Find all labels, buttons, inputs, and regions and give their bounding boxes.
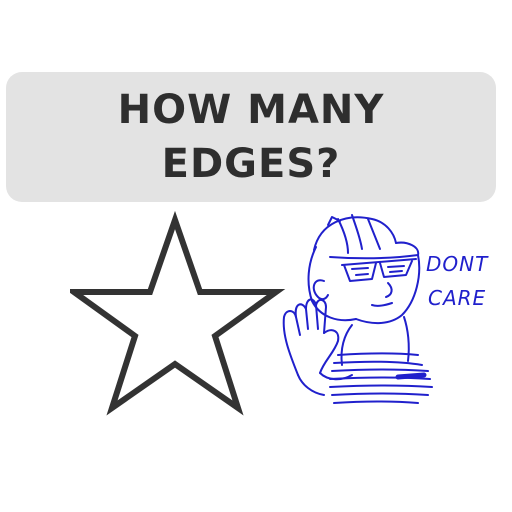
question-text: HOW MANY EDGES? — [117, 87, 385, 187]
doodle-caption-line2: CARE — [428, 286, 486, 310]
question-banner: HOW MANY EDGES? — [6, 72, 496, 202]
doodle-caption-line1: DONT — [426, 252, 489, 276]
star-outline-icon — [70, 210, 286, 416]
star-outline-shape — [70, 210, 286, 416]
guy-in-cap-sunglasses-stop-hand-icon: DONT CARE — [282, 214, 489, 404]
